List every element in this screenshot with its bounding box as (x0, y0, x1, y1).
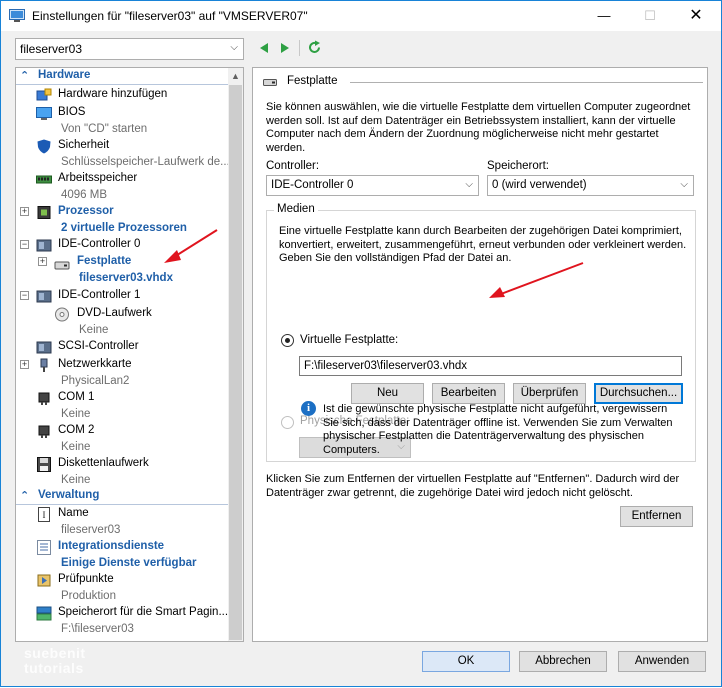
refresh-icon[interactable] (307, 40, 322, 55)
tree-item-memory[interactable]: Arbeitsspeicher 4096 MB (16, 171, 229, 205)
title-bar: Einstellungen für "fileserver03" auf "VM… (1, 1, 721, 31)
hard-disk-icon (54, 261, 70, 270)
maximize-button: ☐ (644, 8, 656, 23)
scsi-controller-icon (36, 341, 52, 354)
watermark: suebenit tutorials (24, 645, 86, 676)
processor-icon (37, 206, 51, 219)
forward-arrow-icon[interactable] (279, 42, 291, 54)
hyperv-settings-icon (9, 9, 25, 22)
tree-item-dvd-drive[interactable]: DVD-Laufwerk Keine (16, 306, 229, 340)
edit-button[interactable]: Bearbeiten (432, 383, 505, 404)
tree-item-name[interactable]: I Name fileserver03 (16, 506, 229, 540)
section-divider (16, 504, 229, 505)
hard-disk-settings-panel: Festplatte Sie können auswählen, wie die… (252, 67, 708, 642)
vm-select[interactable]: fileserver03 ⌵ (15, 38, 244, 60)
apply-button[interactable]: Anwenden (618, 651, 706, 672)
dvd-drive-icon (55, 307, 69, 322)
virtual-disk-label: Virtuelle Festplatte: (300, 334, 399, 346)
toolbar-separator (299, 40, 300, 56)
expand-icon[interactable]: + (20, 207, 29, 216)
close-button[interactable]: ✕ (673, 1, 719, 31)
tree-item-com2[interactable]: COM 2 Keine (16, 423, 229, 457)
header-divider (350, 82, 703, 83)
tree-item-hard-disk[interactable]: + Festplatte fileserver03.vhdx (16, 254, 229, 288)
section-hardware-label: Hardware (38, 69, 91, 81)
com-port-icon (38, 425, 50, 438)
scroll-up-icon[interactable]: ▲ (228, 68, 243, 84)
controller-label: Controller: (266, 160, 320, 172)
checkpoint-icon (37, 574, 51, 587)
tree-item-bios[interactable]: BIOS Von "CD" starten (16, 105, 229, 139)
controller-select[interactable]: IDE-Controller 0 ⌵ (266, 175, 479, 196)
collapse-icon[interactable]: − (20, 240, 29, 249)
tree-item-smart-paging[interactable]: Speicherort für die Smart Pagin... F:\fi… (16, 605, 229, 639)
expand-icon[interactable]: + (20, 360, 29, 369)
add-hardware-icon (36, 88, 52, 101)
shield-icon (37, 139, 51, 154)
tree-item-ide-controller-0[interactable]: − IDE-Controller 0 (16, 237, 229, 254)
tree-item-ide-controller-1[interactable]: − IDE-Controller 1 (16, 288, 229, 305)
panel-description: Sie können auswählen, wie die virtuelle … (266, 101, 691, 154)
panel-title: Festplatte (287, 75, 338, 87)
media-group-label: Medien (274, 203, 318, 215)
tree-item-integration-services[interactable]: Integrationsdienste Einige Dienste verfü… (16, 539, 229, 573)
new-button[interactable]: Neu (351, 383, 424, 404)
window-title: Einstellungen für "fileserver03" auf "VM… (32, 9, 308, 23)
bios-monitor-icon (36, 107, 52, 120)
settings-tree: ⌃ Hardware Hardware hinzufügen BIOS Von … (15, 67, 244, 642)
smart-paging-icon (36, 606, 52, 621)
chevron-down-icon: ⌵ (465, 179, 473, 190)
tree-item-diskette-drive[interactable]: Diskettenlaufwerk Keine (16, 456, 229, 490)
tree-item-checkpoints[interactable]: Prüfpunkte Produktion (16, 572, 229, 606)
tree-scrollbar[interactable]: ▲ (228, 68, 243, 641)
integration-services-icon (37, 540, 51, 555)
com-port-icon (38, 392, 50, 405)
scrollbar-thumb[interactable] (229, 85, 242, 640)
section-management[interactable]: ⌃ Verwaltung (16, 488, 229, 505)
tree-item-processor[interactable]: + Prozessor 2 virtuelle Prozessoren (16, 204, 229, 238)
toolbar: fileserver03 ⌵ (1, 31, 721, 63)
chevron-down-icon: ⌵ (230, 42, 238, 53)
physical-disk-radio[interactable] (281, 416, 294, 429)
remove-button[interactable]: Entfernen (620, 506, 693, 527)
remove-description: Klicken Sie zum Entfernen der virtuellen… (266, 473, 680, 499)
info-icon: i (301, 401, 316, 416)
ide-controller-icon (36, 239, 52, 252)
collapse-chevron-icon: ⌃ (20, 490, 30, 502)
tree-item-scsi-controller[interactable]: SCSI-Controller (16, 339, 229, 356)
tree-item-com1[interactable]: COM 1 Keine (16, 390, 229, 424)
network-adapter-icon (40, 358, 48, 372)
browse-button[interactable]: Durchsuchen... (594, 383, 683, 404)
ide-controller-icon (36, 290, 52, 303)
floppy-disk-icon (37, 457, 51, 472)
media-description: Eine virtuelle Festplatte kann durch Bea… (279, 225, 687, 264)
inspect-button[interactable]: Überprüfen (513, 383, 586, 404)
collapse-chevron-icon: ⌃ (20, 70, 30, 82)
chevron-down-icon: ⌵ (680, 179, 688, 190)
physical-disk-info: Ist die gewünschte physische Festplatte … (323, 403, 673, 456)
back-arrow-icon[interactable] (258, 42, 270, 54)
memory-chip-icon (36, 175, 52, 184)
name-tag-icon: I (38, 507, 50, 522)
collapse-icon[interactable]: − (20, 291, 29, 300)
minimize-button[interactable]: — (581, 1, 627, 31)
cancel-button[interactable]: Abbrechen (519, 651, 607, 672)
svg-text:I: I (43, 510, 46, 520)
location-select[interactable]: 0 (wird verwendet) ⌵ (487, 175, 694, 196)
settings-window: Einstellungen für "fileserver03" auf "VM… (0, 0, 722, 687)
location-label: Speicherort: (487, 160, 550, 172)
section-management-label: Verwaltung (38, 489, 100, 501)
section-hardware[interactable]: ⌃ Hardware (16, 68, 229, 85)
tree-item-hardware-add[interactable]: Hardware hinzufügen (16, 87, 229, 104)
hard-disk-icon (263, 79, 277, 86)
tree-item-security[interactable]: Sicherheit Schlüsselspeicher-Laufwerk de… (16, 138, 230, 172)
vm-select-value: fileserver03 (20, 42, 83, 56)
tree-item-network-adapter[interactable]: + Netzwerkkarte PhysicalLan2 (16, 357, 229, 391)
expand-icon[interactable]: + (38, 257, 47, 266)
virtual-disk-path-input[interactable]: F:\fileserver03\fileserver03.vhdx (299, 356, 682, 376)
section-divider (16, 84, 229, 85)
ok-button[interactable]: OK (422, 651, 510, 672)
virtual-disk-radio[interactable] (281, 334, 294, 347)
